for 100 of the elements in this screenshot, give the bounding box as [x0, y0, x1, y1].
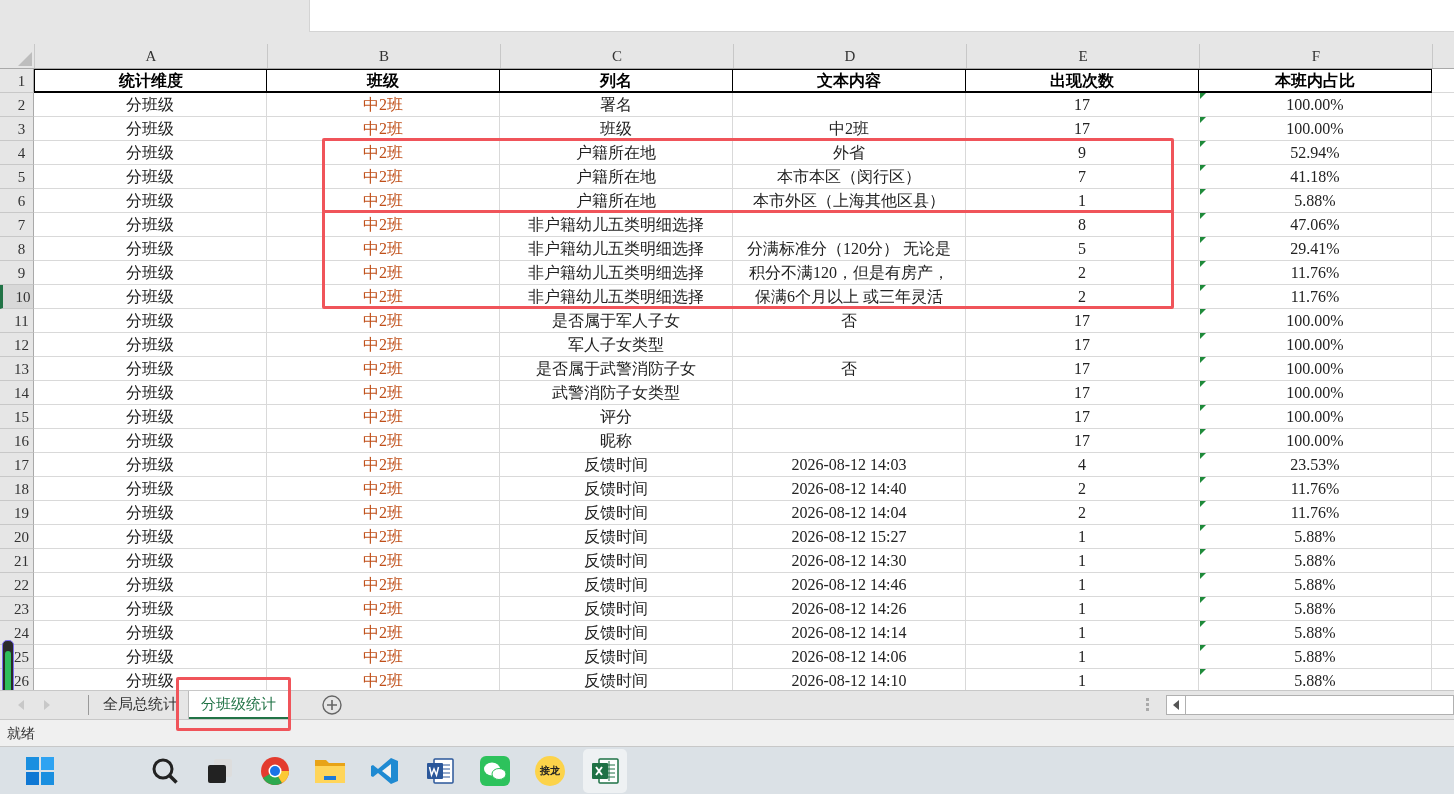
count-cell: 17 [966, 405, 1199, 429]
count-cell: 1 [966, 573, 1199, 597]
column-name-cell: 军人子女类型 [500, 333, 733, 357]
column-header[interactable]: A [35, 44, 268, 68]
dimension-cell: 分班级 [34, 525, 267, 549]
count-cell: 5 [966, 237, 1199, 261]
text-content-cell: 本市本区（闵行区） [733, 165, 966, 189]
count-cell: 17 [966, 381, 1199, 405]
ratio-cell: 100.00% [1199, 333, 1432, 357]
column-name-cell: 昵称 [500, 429, 733, 453]
column-name-cell: 户籍所在地 [500, 189, 733, 213]
count-cell: 2 [966, 285, 1199, 309]
dimension-cell: 分班级 [34, 597, 267, 621]
class-cell: 中2班 [267, 429, 500, 453]
status-text: 就绪 [7, 725, 35, 741]
ratio-cell: 47.06% [1199, 213, 1432, 237]
text-content-cell: 保满6个月以上 或三年灵活 [733, 285, 966, 309]
horizontal-scrollbar[interactable] [1166, 695, 1454, 715]
column-name-cell: 户籍所在地 [500, 165, 733, 189]
dimension-cell: 分班级 [34, 93, 267, 117]
row-number[interactable]: 10 [0, 285, 34, 309]
class-cell: 中2班 [267, 501, 500, 525]
class-cell: 中2班 [267, 597, 500, 621]
class-cell: 中2班 [267, 189, 500, 213]
ratio-cell: 5.88% [1199, 549, 1432, 573]
excel-icon [590, 755, 620, 786]
class-cell: 中2班 [267, 357, 500, 381]
column-name-cell: 评分 [500, 405, 733, 429]
column-header[interactable]: C [501, 44, 734, 68]
windows-logo-icon [25, 755, 55, 786]
ratio-cell: 100.00% [1199, 117, 1432, 141]
text-content-cell: 积分不满120，但是有房产， [733, 261, 966, 285]
chrome-icon [260, 755, 290, 786]
class-cell: 中2班 [267, 477, 500, 501]
column-name-cell: 反馈时间 [500, 549, 733, 573]
column-name-cell: 是否属于武警消防子女 [500, 357, 733, 381]
count-cell: 1 [966, 597, 1199, 621]
ratio-cell: 100.00% [1199, 309, 1432, 333]
column-name-cell: 反馈时间 [500, 621, 733, 645]
column-header[interactable]: F [1200, 44, 1433, 68]
column-name-cell: 班级 [500, 117, 733, 141]
class-cell: 中2班 [267, 669, 500, 690]
count-cell: 1 [966, 621, 1199, 645]
text-content-cell: 2026-08-12 14:06 [733, 645, 966, 669]
class-cell: 中2班 [267, 141, 500, 165]
count-cell: 17 [966, 333, 1199, 357]
count-cell: 9 [966, 141, 1199, 165]
dimension-cell: 分班级 [34, 141, 267, 165]
ratio-cell: 5.88% [1199, 621, 1432, 645]
column-header[interactable]: D [734, 44, 967, 68]
count-cell: 1 [966, 189, 1199, 213]
dimension-cell: 分班级 [34, 645, 267, 669]
add-sheet-icon[interactable] [321, 694, 343, 716]
scroll-left-icon[interactable] [1172, 700, 1180, 710]
ratio-cell: 11.76% [1199, 261, 1432, 285]
text-content-cell: 外省 [733, 141, 966, 165]
count-cell: 8 [966, 213, 1199, 237]
ratio-cell: 41.18% [1199, 165, 1432, 189]
column-header[interactable]: E [967, 44, 1200, 68]
dimension-cell: 分班级 [34, 621, 267, 645]
text-content-cell: 否 [733, 309, 966, 333]
count-cell: 2 [966, 501, 1199, 525]
dimension-cell: 分班级 [34, 381, 267, 405]
dimension-cell: 分班级 [34, 501, 267, 525]
dimension-cell: 分班级 [34, 453, 267, 477]
text-content-cell: 2026-08-12 14:14 [733, 621, 966, 645]
dimension-cell: 分班级 [34, 549, 267, 573]
column-name-cell: 反馈时间 [500, 501, 733, 525]
splitter-icon[interactable] [1146, 698, 1150, 712]
class-cell: 中2班 [267, 621, 500, 645]
class-cell: 中2班 [267, 549, 500, 573]
ratio-cell: 11.76% [1199, 285, 1432, 309]
count-cell: 17 [966, 93, 1199, 117]
class-cell: 中2班 [267, 285, 500, 309]
dimension-cell: 分班级 [34, 285, 267, 309]
dimension-cell: 分班级 [34, 333, 267, 357]
ratio-cell: 100.00% [1199, 405, 1432, 429]
ratio-cell: 5.88% [1199, 525, 1432, 549]
text-content-cell: 2026-08-12 14:46 [733, 573, 966, 597]
count-cell: 2 [966, 261, 1199, 285]
header-cell: 列名 [500, 69, 733, 93]
dimension-cell: 分班级 [34, 237, 267, 261]
class-cell: 中2班 [267, 333, 500, 357]
column-name-cell: 署名 [500, 93, 733, 117]
class-cell: 中2班 [267, 237, 500, 261]
class-cell: 中2班 [267, 453, 500, 477]
ratio-cell: 5.88% [1199, 669, 1432, 690]
text-content-cell: 2026-08-12 15:27 [733, 525, 966, 549]
dimension-cell: 分班级 [34, 165, 267, 189]
count-cell: 1 [966, 525, 1199, 549]
count-cell: 7 [966, 165, 1199, 189]
excel-taskbar-button[interactable] [583, 748, 627, 793]
chat-bubbles-icon [480, 755, 510, 786]
count-cell: 1 [966, 669, 1199, 690]
column-name-cell: 反馈时间 [500, 645, 733, 669]
word-icon [425, 755, 455, 786]
text-content-cell: 中2班 [733, 117, 966, 141]
sheet-tab[interactable]: 分班级统计 [189, 691, 289, 719]
text-content-cell: 2026-08-12 14:40 [733, 477, 966, 501]
column-header[interactable]: B [268, 44, 501, 68]
